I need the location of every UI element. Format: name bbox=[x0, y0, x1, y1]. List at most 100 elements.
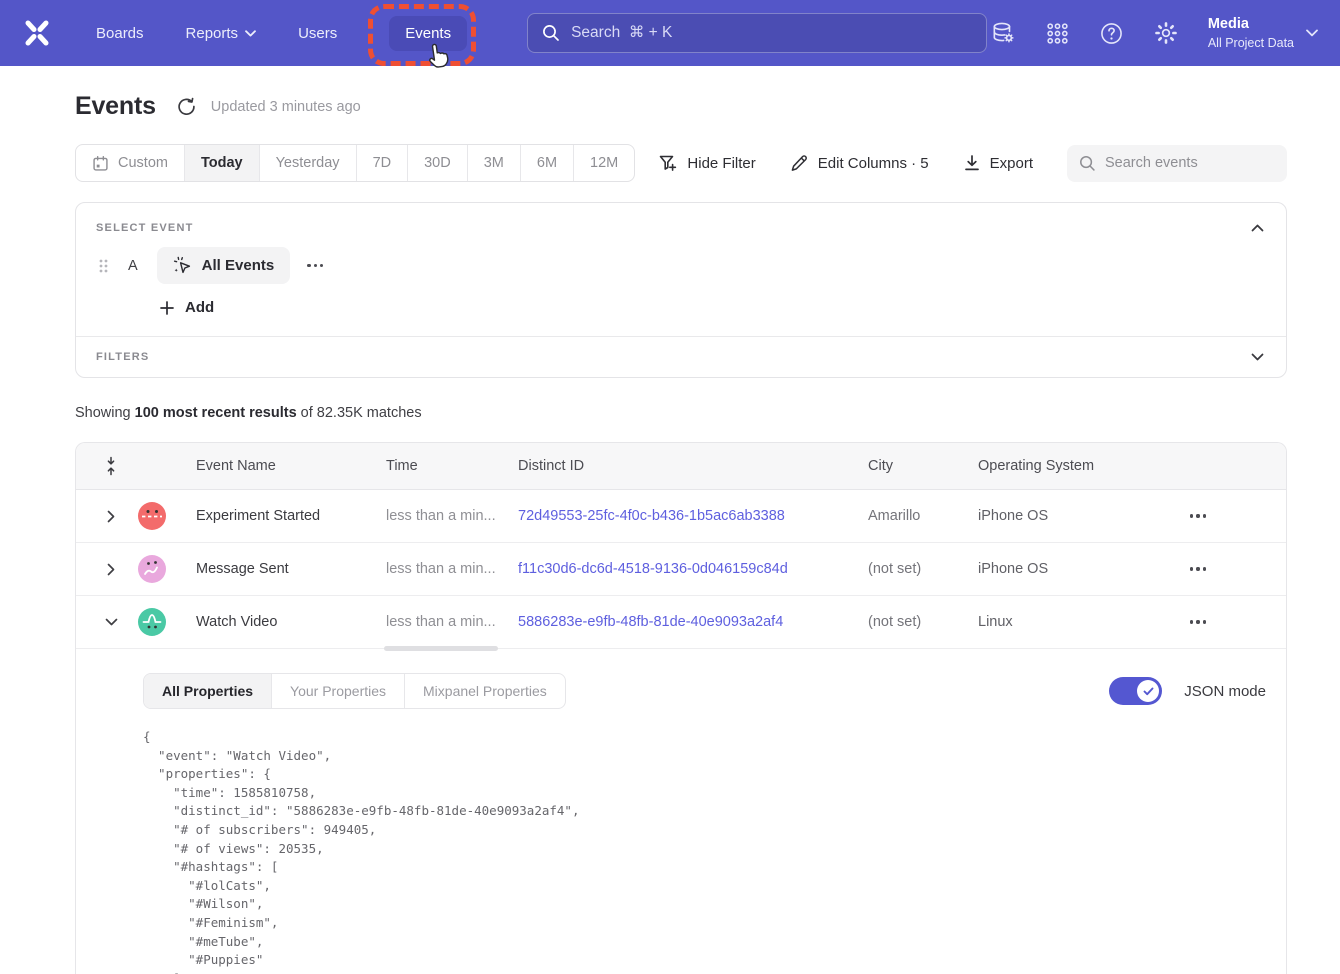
results-count: 100 most recent results bbox=[135, 405, 297, 421]
col-header-os[interactable]: Operating System bbox=[978, 458, 1163, 474]
global-search-input[interactable] bbox=[571, 24, 972, 42]
event-avatar bbox=[138, 608, 166, 636]
date-option-today[interactable]: Today bbox=[184, 145, 259, 181]
horizontal-scrollbar-thumb[interactable] bbox=[384, 646, 498, 651]
search-icon bbox=[542, 24, 560, 42]
workspace-name: Media bbox=[1208, 15, 1294, 35]
chevron-down-icon bbox=[245, 30, 256, 37]
col-header-distinct-id[interactable]: Distinct ID bbox=[518, 458, 868, 474]
filter-plus-icon bbox=[658, 153, 678, 173]
event-time: less than a min... bbox=[386, 561, 518, 577]
chevron-down-icon bbox=[1251, 353, 1264, 361]
col-header-event-name[interactable]: Event Name bbox=[196, 458, 386, 474]
chevron-down-icon bbox=[1306, 29, 1318, 37]
distinct-id-link[interactable]: 5886283e-e9fb-48fb-81de-40e9093a2af4 bbox=[518, 614, 868, 630]
date-range-control: Custom Today Yesterday 7D 30D 3M 6M 12M bbox=[75, 144, 635, 182]
clause-letter: A bbox=[128, 258, 138, 274]
date-option-6m[interactable]: 6M bbox=[520, 145, 573, 181]
date-option-30d[interactable]: 30D bbox=[407, 145, 467, 181]
row-collapse-icon[interactable] bbox=[96, 618, 126, 626]
tab-mixpanel-properties[interactable]: Mixpanel Properties bbox=[404, 674, 565, 708]
table-row-expanded: Watch Video less than a min... 5886283e-… bbox=[76, 596, 1286, 649]
table-header-row: Event Name Time Distinct ID City Operati… bbox=[76, 443, 1286, 490]
page-title: Events bbox=[75, 92, 156, 121]
clause-more-options-icon[interactable] bbox=[307, 264, 323, 267]
nav-item-users[interactable]: Users bbox=[290, 16, 345, 51]
mixpanel-logo-icon[interactable] bbox=[22, 18, 52, 48]
settings-gear-icon[interactable] bbox=[1153, 20, 1179, 46]
updated-timestamp: Updated 3 minutes ago bbox=[211, 99, 361, 115]
apps-grid-icon[interactable] bbox=[1045, 21, 1070, 46]
magic-cursor-icon bbox=[173, 256, 192, 275]
distinct-id-link[interactable]: f11c30d6-dc6d-4518-9136-0d046159c84d bbox=[518, 561, 868, 577]
select-event-label: SELECT EVENT bbox=[96, 222, 194, 234]
help-icon[interactable] bbox=[1099, 21, 1124, 46]
export-button[interactable]: Export bbox=[963, 154, 1033, 172]
date-option-12m[interactable]: 12M bbox=[573, 145, 634, 181]
query-builder-card: SELECT EVENT A bbox=[75, 202, 1287, 378]
toggle-knob bbox=[1137, 680, 1159, 702]
controls-row: Custom Today Yesterday 7D 30D 3M 6M 12M … bbox=[75, 144, 1287, 182]
json-mode-label: JSON mode bbox=[1184, 683, 1266, 700]
nav-item-reports[interactable]: Reports bbox=[178, 16, 265, 51]
col-header-city[interactable]: City bbox=[868, 458, 978, 474]
refresh-icon bbox=[177, 97, 196, 116]
col-header-time[interactable]: Time bbox=[386, 458, 518, 474]
row-more-options-icon[interactable] bbox=[1163, 620, 1233, 623]
date-option-yesterday[interactable]: Yesterday bbox=[259, 145, 356, 181]
event-name: Watch Video bbox=[196, 614, 386, 630]
primary-nav: Boards Reports Users Events bbox=[88, 16, 493, 51]
data-management-icon[interactable] bbox=[990, 20, 1016, 46]
refresh-button[interactable] bbox=[177, 97, 196, 116]
collapse-section-button[interactable] bbox=[1249, 222, 1266, 234]
distinct-id-link[interactable]: 72d49553-25fc-4f0c-b436-1b5ac6ab3388 bbox=[518, 508, 868, 524]
date-option-custom[interactable]: Custom bbox=[76, 145, 184, 181]
json-mode-toggle[interactable] bbox=[1109, 677, 1162, 705]
top-navbar: Boards Reports Users Events bbox=[0, 0, 1340, 66]
date-option-3m[interactable]: 3M bbox=[467, 145, 520, 181]
properties-tabs: All Properties Your Properties Mixpanel … bbox=[143, 673, 566, 709]
expand-filters-button[interactable] bbox=[1249, 351, 1266, 363]
event-name: Experiment Started bbox=[196, 508, 386, 524]
tab-your-properties[interactable]: Your Properties bbox=[271, 674, 404, 708]
event-avatar bbox=[138, 555, 166, 583]
table-row: Experiment Started less than a min... 72… bbox=[76, 490, 1286, 543]
select-event-section: SELECT EVENT A bbox=[76, 203, 1286, 336]
download-icon bbox=[963, 154, 981, 172]
workspace-project: All Project Data bbox=[1208, 35, 1294, 51]
event-city: (not set) bbox=[868, 614, 978, 630]
row-expander-icon[interactable] bbox=[96, 510, 126, 523]
results-summary: Showing 100 most recent results of 82.35… bbox=[75, 405, 1287, 421]
filters-label: FILTERS bbox=[96, 351, 149, 363]
nav-item-boards[interactable]: Boards bbox=[88, 16, 152, 51]
add-event-button[interactable]: Add bbox=[160, 299, 214, 316]
row-expander-icon[interactable] bbox=[96, 563, 126, 576]
edit-columns-button[interactable]: Edit Columns · 5 bbox=[790, 154, 929, 173]
global-search[interactable] bbox=[527, 13, 987, 53]
table-tools: Hide Filter Edit Columns · 5 Export bbox=[658, 145, 1287, 182]
event-selector-chip[interactable]: All Events bbox=[157, 247, 291, 284]
events-search-input[interactable] bbox=[1105, 155, 1275, 171]
workspace-switcher[interactable]: Media All Project Data bbox=[1208, 15, 1318, 51]
row-more-options-icon[interactable] bbox=[1163, 514, 1233, 517]
event-name: Message Sent bbox=[196, 561, 386, 577]
pencil-icon bbox=[790, 154, 809, 173]
event-time: less than a min... bbox=[386, 614, 518, 630]
hide-filter-button[interactable]: Hide Filter bbox=[658, 153, 755, 173]
event-os: iPhone OS bbox=[978, 508, 1163, 524]
date-option-7d[interactable]: 7D bbox=[356, 145, 408, 181]
navbar-right: Media All Project Data bbox=[990, 15, 1318, 51]
event-clause-row: A All Events bbox=[96, 247, 1266, 284]
drag-handle-icon[interactable] bbox=[96, 256, 110, 276]
event-time: less than a min... bbox=[386, 508, 518, 524]
check-icon bbox=[1143, 687, 1154, 696]
sort-direction-icon[interactable] bbox=[96, 456, 126, 476]
page-header: Events Updated 3 minutes ago bbox=[75, 92, 1287, 121]
row-more-options-icon[interactable] bbox=[1163, 567, 1233, 570]
search-icon bbox=[1079, 155, 1096, 172]
event-os: Linux bbox=[978, 614, 1163, 630]
tab-all-properties[interactable]: All Properties bbox=[144, 674, 271, 708]
events-search[interactable] bbox=[1067, 145, 1287, 182]
event-avatar bbox=[138, 502, 166, 530]
calendar-icon bbox=[92, 155, 109, 172]
